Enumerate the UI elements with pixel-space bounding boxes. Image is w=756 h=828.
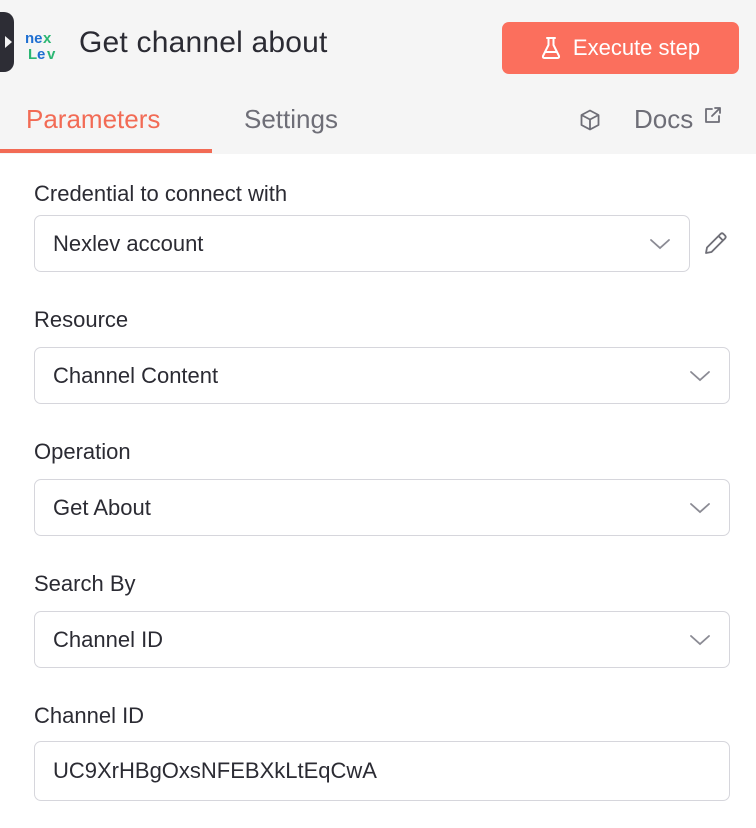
active-tab-indicator [0,149,212,153]
search-by-label: Search By [34,571,136,596]
docs-label: Docs [634,104,694,134]
chevron-down-icon [690,371,710,382]
nexlev-logo-icon: ne x L e v [25,30,56,62]
execute-step-label: Execute step [572,35,701,60]
back-arrow-icon[interactable] [0,12,14,72]
chevron-down-icon [690,503,710,514]
docs-link[interactable]: Docs [634,104,723,135]
pencil-icon[interactable] [702,229,730,257]
svg-text:e: e [37,46,45,62]
svg-text:v: v [47,46,56,62]
tab-parameters[interactable]: Parameters [26,104,160,135]
credential-value: Nexlev account [53,231,204,256]
svg-text:ne: ne [25,30,43,47]
node-header: ne x L e v Get channel about Execute ste… [0,0,756,154]
flask-icon [541,37,560,59]
credential-label: Credential to connect with [34,181,288,206]
channel-id-label: Channel ID [34,703,145,728]
svg-text:x: x [43,30,52,47]
execute-step-button[interactable]: Execute step [502,22,739,74]
external-link-icon [705,106,722,123]
chevron-down-icon [690,635,710,646]
operation-select[interactable]: Get About [34,479,730,536]
resource-label: Resource [34,307,129,332]
chevron-down-icon [650,239,670,250]
operation-label: Operation [34,439,131,464]
credential-select[interactable]: Nexlev account [34,215,690,272]
search-by-select[interactable]: Channel ID [34,611,730,668]
resource-value: Channel Content [53,363,219,388]
channel-id-input[interactable] [34,741,730,801]
resource-select[interactable]: Channel Content [34,347,730,404]
operation-value: Get About [53,495,151,520]
node-title: Get channel about [79,26,328,59]
tab-settings[interactable]: Settings [244,104,338,135]
cube-icon[interactable] [578,108,602,132]
search-by-value: Channel ID [53,627,164,652]
svg-text:L: L [28,46,37,62]
